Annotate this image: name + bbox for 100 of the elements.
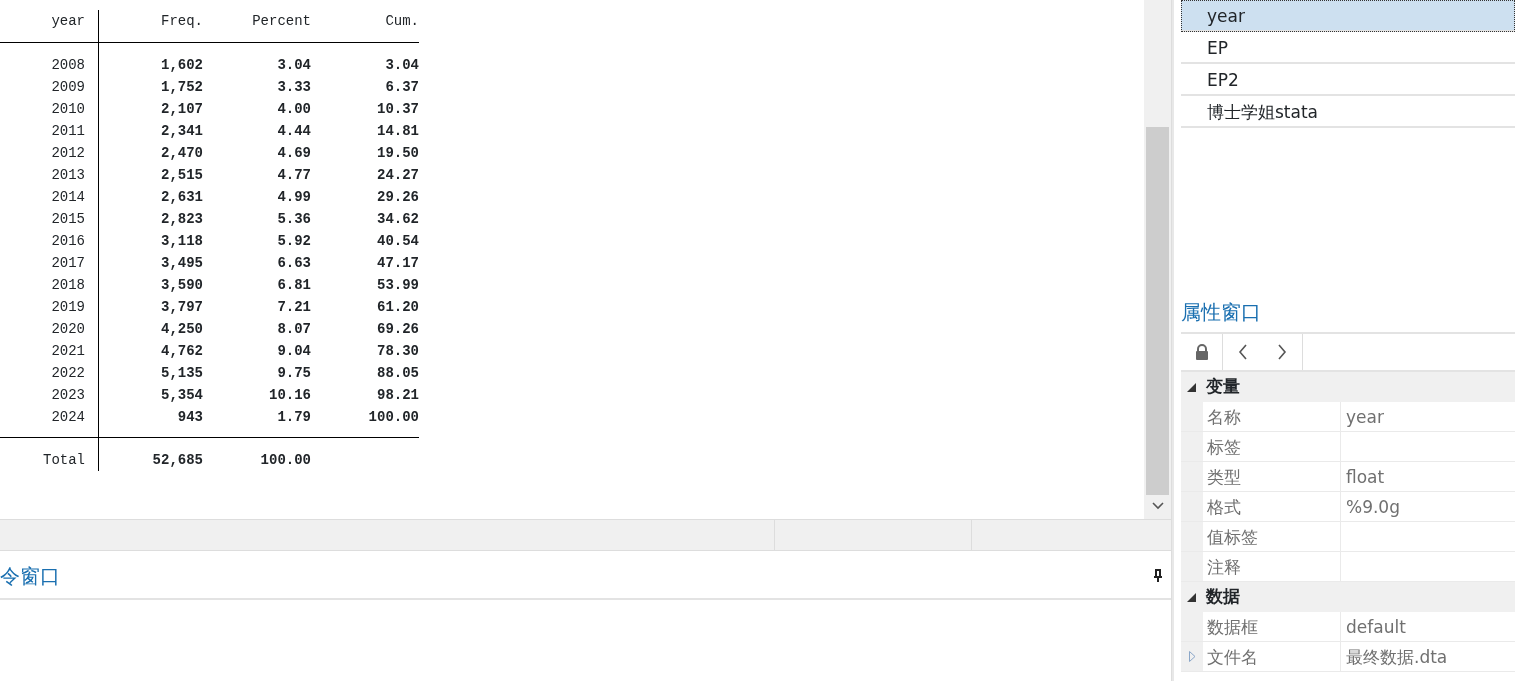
back-icon[interactable] [1237, 344, 1248, 360]
table-cell: 6.63 [277, 255, 311, 271]
table-cell: 47.17 [377, 255, 419, 271]
property-name: 格式 [1207, 497, 1241, 517]
forward-icon[interactable] [1277, 344, 1288, 360]
table-cell: 14.81 [377, 123, 419, 139]
table-cell: 100.00 [368, 409, 419, 425]
table-cell: 4,250 [161, 321, 203, 337]
table-cell: 3,495 [161, 255, 203, 271]
table-cell: 6.81 [277, 277, 311, 293]
table-cell: 2014 [51, 189, 85, 205]
table-cell: 4.00 [277, 101, 311, 117]
table-cell: 2021 [51, 343, 85, 359]
table-cell: 7.21 [277, 299, 311, 315]
section-title: 数据 [1206, 585, 1240, 609]
table-cell: 9.04 [277, 343, 311, 359]
table-cell: 34.62 [377, 211, 419, 227]
table-cell: 4,762 [161, 343, 203, 359]
table-cell: 1.79 [277, 409, 311, 425]
property-name: 标签 [1207, 437, 1241, 457]
column-header: Freq. [161, 13, 203, 29]
property-row[interactable]: 标签 [1181, 432, 1515, 462]
property-value: default [1346, 617, 1406, 637]
table-cell: 78.30 [377, 343, 419, 359]
table-cell: 2010 [51, 101, 85, 117]
table-cell: 2022 [51, 365, 85, 381]
table-cell: 9.75 [277, 365, 311, 381]
property-name: 名称 [1207, 407, 1241, 427]
column-header: year [51, 13, 85, 29]
table-cell: 69.26 [377, 321, 419, 337]
table-cell: 19.50 [377, 145, 419, 161]
table-cell: 3,797 [161, 299, 203, 315]
panel-title: 属性窗口 [1181, 299, 1261, 326]
table-cell: 2,515 [161, 167, 203, 183]
section-title: 变量 [1206, 375, 1240, 399]
table-cell: 2008 [51, 57, 85, 73]
row-label: Total [43, 452, 85, 468]
table-cell: 2011 [51, 123, 85, 139]
property-value: %9.0g [1346, 497, 1400, 517]
property-name: 注释 [1207, 557, 1241, 577]
scroll-down-icon[interactable] [1151, 502, 1164, 510]
property-name: 文件名 [1207, 647, 1258, 667]
table-cell: 61.20 [377, 299, 419, 315]
table-cell: 5.92 [277, 233, 311, 249]
table-cell: 53.99 [377, 277, 419, 293]
table-cell: 3,118 [161, 233, 203, 249]
pin-icon[interactable] [1153, 569, 1163, 583]
table-cell: 4.44 [277, 123, 311, 139]
property-row[interactable]: 格式 %9.0g [1181, 492, 1515, 522]
table-cell: 10.37 [377, 101, 419, 117]
table-cell: 943 [177, 409, 203, 425]
table-cell: 52,685 [152, 452, 203, 468]
table-cell: 2019 [51, 299, 85, 315]
table-cell: 2012 [51, 145, 85, 161]
table-cell: 4.77 [277, 167, 311, 183]
table-cell: 2023 [51, 387, 85, 403]
table-cell: 2,107 [161, 101, 203, 117]
property-value: year [1346, 407, 1384, 427]
lock-icon[interactable] [1194, 344, 1209, 360]
table-cell: 24.27 [377, 167, 419, 183]
table-cell: 10.16 [269, 387, 311, 403]
table-cell: 2013 [51, 167, 85, 183]
table-cell: 6.37 [385, 79, 419, 95]
panel-title: 令窗口 [0, 563, 60, 590]
table-cell: 88.05 [377, 365, 419, 381]
table-cell: 2,631 [161, 189, 203, 205]
property-row[interactable]: 名称 year [1181, 402, 1515, 432]
table-cell: 2,341 [161, 123, 203, 139]
property-row[interactable]: 值标签 [1181, 522, 1515, 552]
table-cell: 2,470 [161, 145, 203, 161]
table-cell: 2018 [51, 277, 85, 293]
property-name: 数据框 [1207, 617, 1258, 637]
property-name: 值标签 [1207, 527, 1258, 547]
property-name: 类型 [1207, 467, 1241, 487]
variable-item[interactable]: 博士学姐stata [1181, 96, 1515, 128]
table-cell: 2016 [51, 233, 85, 249]
table-cell: 1,602 [161, 57, 203, 73]
property-row[interactable]: 数据框 default [1181, 612, 1515, 642]
property-row[interactable]: 类型 float [1181, 462, 1515, 492]
collapse-icon[interactable] [1187, 592, 1196, 602]
variable-item[interactable]: EP2 [1181, 64, 1515, 96]
column-header: Cum. [385, 13, 419, 29]
table-cell: 5,135 [161, 365, 203, 381]
table-cell: 3.33 [277, 79, 311, 95]
table-cell: 5,354 [161, 387, 203, 403]
table-cell: 8.07 [277, 321, 311, 337]
variable-item[interactable]: EP [1181, 32, 1515, 64]
table-cell: 3,590 [161, 277, 203, 293]
scrollbar-thumb[interactable] [1146, 127, 1169, 495]
property-row[interactable]: 文件名 最终数据.dta [1181, 642, 1515, 672]
collapse-icon[interactable] [1187, 382, 1196, 392]
table-cell: 2015 [51, 211, 85, 227]
table-cell: 2020 [51, 321, 85, 337]
table-cell: 2009 [51, 79, 85, 95]
variable-item[interactable]: year [1181, 0, 1515, 32]
table-cell: 40.54 [377, 233, 419, 249]
table-cell: 3.04 [277, 57, 311, 73]
table-cell: 2,823 [161, 211, 203, 227]
property-value: 最终数据.dta [1346, 647, 1448, 667]
table-cell: 98.21 [377, 387, 419, 403]
